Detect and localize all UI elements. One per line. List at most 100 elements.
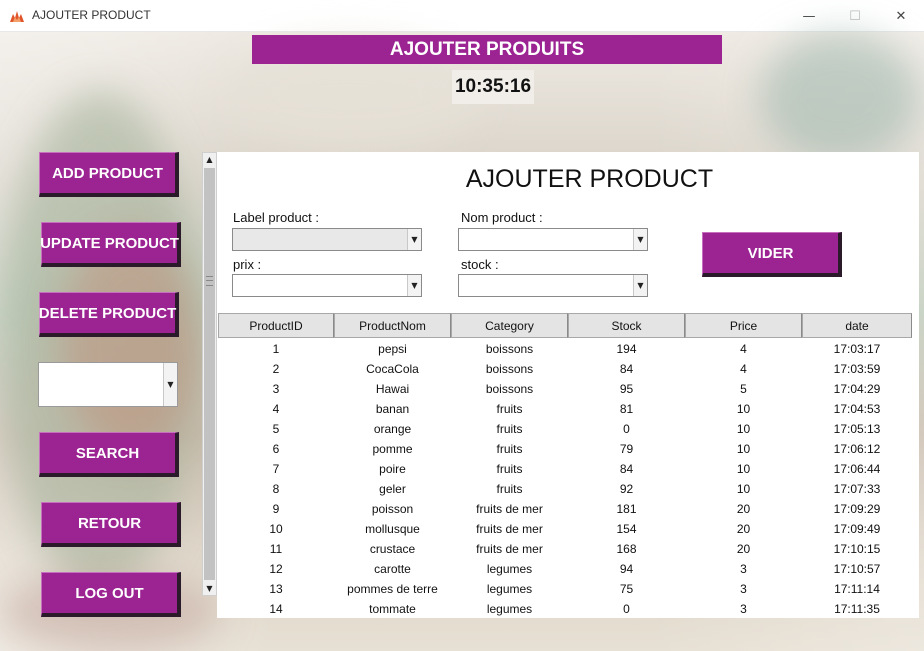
- close-button[interactable]: ✕: [878, 0, 924, 32]
- table-row[interactable]: 5 orange fruits 0 10 17:05:13: [218, 419, 912, 439]
- table-cell: tommate: [369, 602, 416, 616]
- table-cell: fruits: [496, 482, 523, 496]
- table-row[interactable]: 4 banan fruits 81 10 17:04:53: [218, 399, 912, 419]
- column-header-category[interactable]: Category: [451, 313, 568, 338]
- table-cell: fruits: [496, 422, 523, 436]
- column-header-stock[interactable]: Stock: [568, 313, 685, 338]
- page-title: AJOUTER PRODUITS: [252, 35, 722, 64]
- table-body: 1 pepsi boissons 194 4 17:03:17 2 CocaCola boiss…: [218, 339, 912, 619]
- chevron-down-icon[interactable]: ▼: [407, 229, 421, 250]
- table-cell: 168: [616, 542, 637, 556]
- search-select[interactable]: ▼: [38, 362, 178, 407]
- table-cell: 17:04:53: [833, 402, 881, 416]
- table-cell: 10: [736, 482, 751, 496]
- table-row[interactable]: 3 Hawai boissons 95 5 17:04:29: [218, 379, 912, 399]
- chevron-down-icon[interactable]: ▼: [633, 229, 647, 250]
- column-header-price[interactable]: Price: [685, 313, 802, 338]
- chevron-down-icon[interactable]: ▼: [163, 363, 177, 406]
- table-cell: 181: [616, 502, 637, 516]
- table-cell: 8: [272, 482, 280, 496]
- table-cell: 5: [272, 422, 280, 436]
- stock-label: stock :: [461, 257, 499, 272]
- delete-product-button[interactable]: DELETE PRODUCT: [39, 292, 179, 337]
- table-cell: fruits: [496, 442, 523, 456]
- table-cell: geler: [379, 482, 406, 496]
- table-cell: pomme: [372, 442, 413, 456]
- column-header-date[interactable]: date: [802, 313, 912, 338]
- column-header-productnom[interactable]: ProductNom: [334, 313, 451, 338]
- minimize-button[interactable]: —: [786, 0, 832, 32]
- table-cell: carotte: [374, 562, 411, 576]
- update-product-button[interactable]: UPDATE PRODUCT: [40, 222, 181, 267]
- table-cell: 17:03:17: [833, 342, 881, 356]
- window-title: AJOUTER PRODUCT: [32, 8, 151, 22]
- update-product-label: UPDATE PRODUCT: [40, 234, 179, 252]
- table-cell: 0: [623, 422, 630, 436]
- column-header-productid[interactable]: ProductID: [218, 313, 334, 338]
- table-row[interactable]: 6 pomme fruits 79 10 17:06:12: [218, 439, 912, 459]
- table-cell: 17:06:44: [833, 462, 881, 476]
- prix-label: prix :: [233, 257, 262, 272]
- label-product-select[interactable]: ▼: [232, 228, 422, 251]
- nom-product-select[interactable]: ▼: [458, 228, 648, 251]
- table-row[interactable]: 11 crustace fruits de mer 168 20 17:10:15: [218, 539, 912, 559]
- table-row[interactable]: 14 tommate legumes 0 3 17:11:35: [218, 599, 912, 619]
- table-row[interactable]: 10 mollusque fruits de mer 154 20 17:09:49: [218, 519, 912, 539]
- table-row[interactable]: 9 poisson fruits de mer 181 20 17:09:29: [218, 499, 912, 519]
- logout-button[interactable]: LOG OUT: [41, 572, 181, 617]
- table-cell: legumes: [486, 602, 533, 616]
- table-cell: fruits de mer: [476, 502, 543, 516]
- table-cell: orange: [373, 422, 412, 436]
- prix-select[interactable]: ▼: [232, 274, 422, 297]
- table-cell: 11: [269, 542, 283, 556]
- table-cell: 6: [272, 442, 280, 456]
- add-product-label: ADD PRODUCT: [52, 164, 163, 182]
- delete-product-label: DELETE PRODUCT: [38, 304, 177, 322]
- arrow-up-icon[interactable]: ▲: [203, 153, 216, 166]
- table-cell: 4: [740, 342, 747, 356]
- table-row[interactable]: 2 CocaCola boissons 84 4 17:03:59: [218, 359, 912, 379]
- table-cell: 13: [269, 582, 283, 596]
- chevron-down-icon[interactable]: ▼: [633, 275, 647, 296]
- table-cell: 17:04:29: [833, 382, 881, 396]
- table-cell: Hawai: [375, 382, 410, 396]
- table-cell: poisson: [371, 502, 414, 516]
- maximize-icon: ☐: [849, 8, 861, 24]
- maximize-button[interactable]: ☐: [832, 0, 878, 32]
- table-cell: 17:07:33: [833, 482, 881, 496]
- arrow-down-icon[interactable]: ▼: [203, 582, 216, 595]
- table-cell: 20: [736, 522, 751, 536]
- table-header: ProductID ProductNom Category Stock Pric…: [218, 313, 912, 338]
- table-cell: 17:09:49: [833, 522, 881, 536]
- table-cell: 17:09:29: [833, 502, 881, 516]
- vertical-scrollbar[interactable]: ▲ ▼: [202, 152, 217, 596]
- table-cell: CocaCola: [366, 362, 419, 376]
- retour-button[interactable]: RETOUR: [41, 502, 181, 547]
- table-cell: 2: [272, 362, 280, 376]
- table-cell: 17:10:57: [833, 562, 881, 576]
- table-cell: 95: [619, 382, 634, 396]
- table-cell: 79: [619, 442, 634, 456]
- table-row[interactable]: 8 geler fruits 92 10 17:07:33: [218, 479, 912, 499]
- table-cell: 4: [272, 402, 280, 416]
- table-cell: fruits de mer: [476, 522, 543, 536]
- table-row[interactable]: 7 poire fruits 84 10 17:06:44: [218, 459, 912, 479]
- table-cell: 10: [736, 422, 751, 436]
- table-cell: fruits: [496, 402, 523, 416]
- table-row[interactable]: 1 pepsi boissons 194 4 17:03:17: [218, 339, 912, 359]
- table-cell: 3: [740, 562, 747, 576]
- table-row[interactable]: 12 carotte legumes 94 3 17:10:57: [218, 559, 912, 579]
- chevron-down-icon[interactable]: ▼: [407, 275, 421, 296]
- table-cell: pommes de terre: [347, 582, 438, 596]
- table-cell: 75: [619, 582, 634, 596]
- vider-button[interactable]: VIDER: [702, 232, 842, 277]
- table-cell: 7: [272, 462, 280, 476]
- table-cell: 84: [619, 362, 634, 376]
- stock-select[interactable]: ▼: [458, 274, 648, 297]
- scrollbar-thumb[interactable]: [204, 168, 215, 580]
- label-product-label: Label product :: [233, 210, 320, 225]
- app-flame-icon: [10, 11, 24, 22]
- search-button[interactable]: SEARCH: [39, 432, 179, 477]
- table-row[interactable]: 13 pommes de terre legumes 75 3 17:11:14: [218, 579, 912, 599]
- add-product-button[interactable]: ADD PRODUCT: [39, 152, 179, 197]
